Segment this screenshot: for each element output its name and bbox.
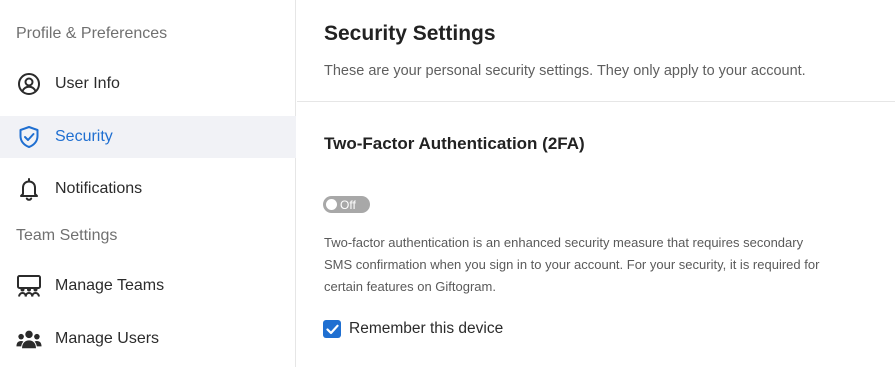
sidebar-item-label: Security bbox=[55, 128, 113, 145]
remember-device-row[interactable]: Remember this device bbox=[323, 320, 503, 338]
section-label-team: Team Settings bbox=[16, 227, 118, 244]
page-subtitle: These are your personal security setting… bbox=[324, 63, 806, 79]
two-factor-heading: Two-Factor Authentication (2FA) bbox=[324, 134, 585, 153]
sidebar: Profile & Preferences User Info Security bbox=[0, 0, 296, 367]
page-title: Security Settings bbox=[324, 22, 496, 45]
remember-device-label: Remember this device bbox=[349, 320, 504, 337]
sidebar-item-security[interactable]: Security bbox=[0, 116, 296, 158]
sidebar-item-manage-users[interactable]: Manage Users bbox=[0, 318, 296, 360]
sidebar-item-label: Manage Users bbox=[55, 330, 160, 347]
two-factor-toggle[interactable]: Off bbox=[323, 196, 370, 213]
sidebar-item-user-info[interactable]: User Info bbox=[0, 63, 296, 105]
toggle-label: Off bbox=[340, 197, 356, 212]
remember-device-checkbox[interactable] bbox=[323, 320, 341, 338]
sidebar-item-label: User Info bbox=[55, 75, 120, 92]
sidebar-item-notifications[interactable]: Notifications bbox=[0, 168, 296, 210]
sidebar-item-label: Manage Teams bbox=[55, 277, 165, 294]
checkmark-icon bbox=[325, 324, 339, 334]
shield-check-icon bbox=[16, 124, 42, 150]
divider bbox=[297, 101, 895, 102]
main-content: Security Settings These are your persona… bbox=[297, 0, 895, 367]
users-group-icon bbox=[16, 326, 42, 352]
sidebar-item-label: Notifications bbox=[55, 180, 143, 197]
two-factor-description: Two-factor authentication is an enhanced… bbox=[324, 235, 820, 294]
team-board-icon bbox=[16, 273, 42, 299]
user-circle-icon bbox=[16, 71, 42, 97]
section-label-profile: Profile & Preferences bbox=[16, 25, 168, 42]
sidebar-item-manage-teams[interactable]: Manage Teams bbox=[0, 265, 296, 307]
toggle-knob bbox=[326, 199, 337, 210]
bell-icon bbox=[16, 176, 42, 202]
